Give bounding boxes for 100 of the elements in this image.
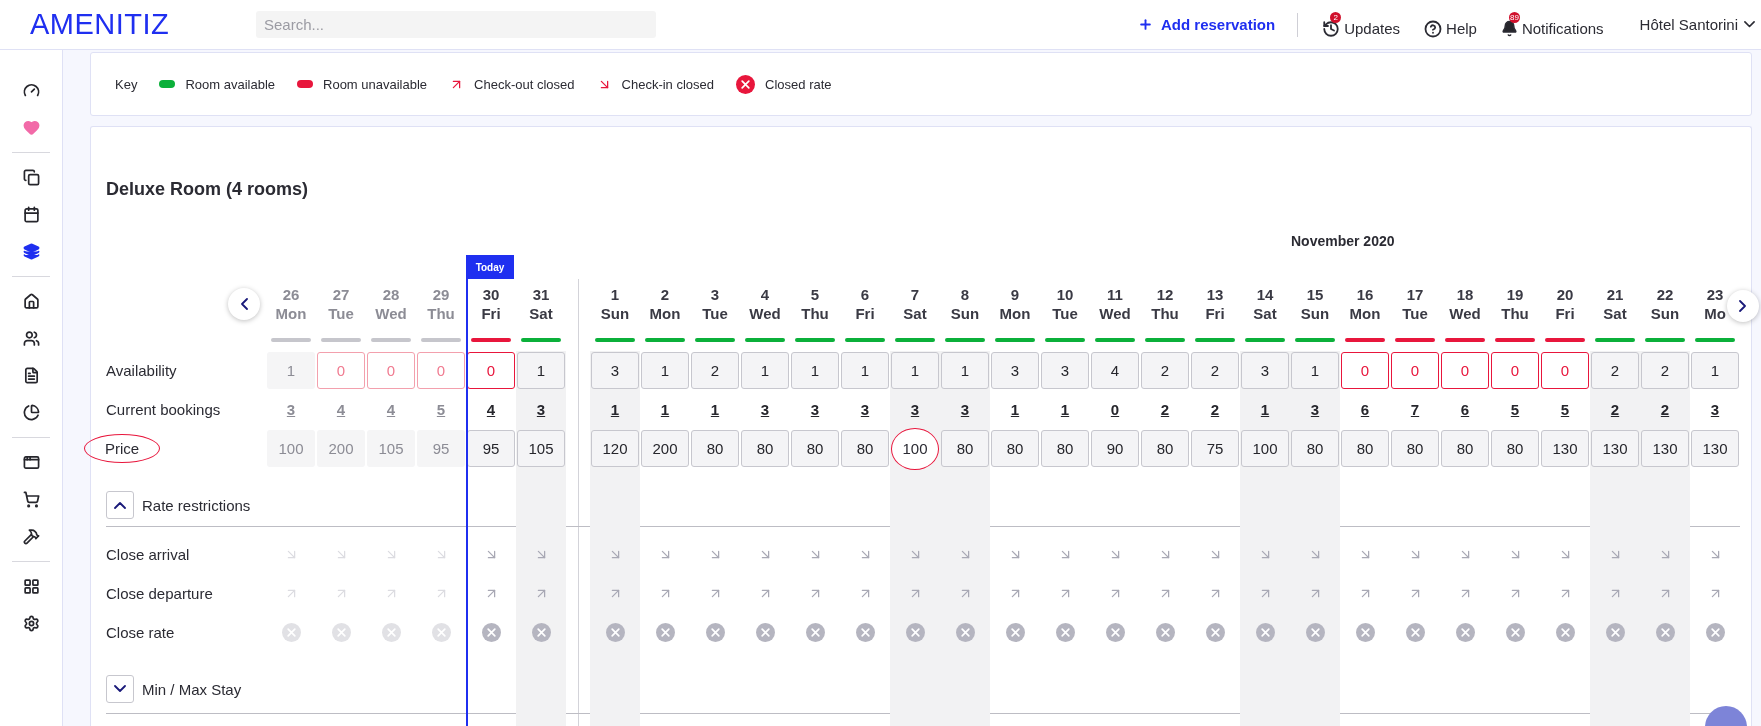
date-header: 4 Wed: [749, 285, 781, 323]
price-cell[interactable]: 80: [941, 430, 989, 467]
availability-cell[interactable]: 0: [467, 352, 515, 389]
apps-icon: [22, 578, 40, 595]
availability-cell[interactable]: 1: [741, 352, 789, 389]
bookings-link[interactable]: 3: [810, 401, 820, 418]
price-cell[interactable]: 80: [841, 430, 889, 467]
availability-cell[interactable]: 1: [1291, 352, 1339, 389]
availability-cell[interactable]: 0: [1391, 352, 1439, 389]
bookings-link[interactable]: 3: [760, 401, 770, 418]
availability-cell[interactable]: 3: [1041, 352, 1089, 389]
section-title: Min / Max Stay: [142, 680, 242, 698]
bookings-link[interactable]: 6: [1360, 401, 1370, 418]
bookings-link[interactable]: 3: [910, 401, 920, 418]
bookings-link[interactable]: 2: [1610, 401, 1620, 418]
price-cell[interactable]: 95: [467, 430, 515, 467]
availability-cell[interactable]: 1: [517, 352, 565, 389]
bookings-link[interactable]: 0: [1110, 401, 1120, 418]
bookings-link[interactable]: 3: [960, 401, 970, 418]
bookings-link[interactable]: 3: [1310, 401, 1320, 418]
previous-button[interactable]: [228, 288, 260, 320]
date-header: 23 Mo: [1704, 285, 1726, 323]
availability-cell[interactable]: 2: [1641, 352, 1689, 389]
price-cell[interactable]: 80: [1291, 430, 1339, 467]
availability-cell[interactable]: 1: [791, 352, 839, 389]
availability-cell[interactable]: 2: [691, 352, 739, 389]
availability-cell[interactable]: 1: [641, 352, 689, 389]
price-cell[interactable]: 80: [791, 430, 839, 467]
bookings-link[interactable]: 1: [1260, 401, 1270, 418]
price-cell[interactable]: 80: [1341, 430, 1389, 467]
price-cell[interactable]: 80: [741, 430, 789, 467]
bookings-link[interactable]: 5: [1510, 401, 1520, 418]
price-cell[interactable]: 130: [1541, 430, 1589, 467]
date-header: 2 Mon: [649, 285, 681, 323]
nav-link[interactable]: 2 Updates: [1322, 11, 1401, 38]
price-cell[interactable]: 80: [1491, 430, 1539, 467]
count-badge: 89: [1508, 12, 1520, 23]
availability-cell[interactable]: 2: [1591, 352, 1639, 389]
availability-cell[interactable]: 0: [1441, 352, 1489, 389]
availability-cell[interactable]: 0: [1541, 352, 1589, 389]
price-cell[interactable]: 80: [991, 430, 1039, 467]
availability-cell[interactable]: 1: [1691, 352, 1739, 389]
bookings-link[interactable]: 1: [660, 401, 670, 418]
availability-cell[interactable]: 2: [1191, 352, 1239, 389]
price-cell[interactable]: 105: [517, 430, 565, 467]
bookings-link[interactable]: 3: [860, 401, 870, 418]
availability-cell[interactable]: 3: [1241, 352, 1289, 389]
availability-cell[interactable]: 1: [891, 352, 939, 389]
hotel-menu[interactable]: Hôtel Santorini: [1639, 16, 1755, 33]
price-cell[interactable]: 90: [1091, 430, 1139, 467]
date-header: 15 Sun: [1300, 285, 1330, 323]
bookings-link[interactable]: 1: [1060, 401, 1070, 418]
price-cell[interactable]: 120: [591, 430, 639, 467]
bookings-link[interactable]: 1: [710, 401, 720, 418]
collapse-toggle[interactable]: [106, 675, 134, 703]
availability-cell[interactable]: 0: [1491, 352, 1539, 389]
price-cell[interactable]: 80: [1141, 430, 1189, 467]
bookings-link[interactable]: 2: [1210, 401, 1220, 418]
logo[interactable]: AMENITIZ: [30, 8, 256, 41]
availability-cell[interactable]: 2: [1141, 352, 1189, 389]
close-circle-icon: [1305, 623, 1325, 642]
nav-link[interactable]: 89 Notifications: [1500, 12, 1604, 37]
price-cell[interactable]: 100: [1241, 430, 1289, 467]
row-label: Current bookings: [106, 401, 221, 418]
nav-link[interactable]: Help: [1424, 11, 1477, 38]
bookings-link[interactable]: 2: [1160, 401, 1170, 418]
availability-cell[interactable]: 4: [1091, 352, 1139, 389]
price-cell[interactable]: 80: [1441, 430, 1489, 467]
price-cell[interactable]: 80: [1041, 430, 1089, 467]
availability-cell[interactable]: 1: [941, 352, 989, 389]
bookings-link[interactable]: 6: [1460, 401, 1470, 418]
bookings-link[interactable]: 2: [1660, 401, 1670, 418]
bookings-link[interactable]: 1: [1010, 401, 1020, 418]
availability-cell[interactable]: 3: [991, 352, 1039, 389]
price-cell[interactable]: 200: [641, 430, 689, 467]
bookings-link[interactable]: 1: [610, 401, 620, 418]
bookings-link[interactable]: 7: [1410, 401, 1420, 418]
bookings-link[interactable]: 3: [1710, 401, 1720, 418]
bookings-link[interactable]: 5: [1560, 401, 1570, 418]
price-cell[interactable]: 130: [1591, 430, 1639, 467]
date-header: 3 Tue: [702, 285, 728, 323]
availability-cell[interactable]: 0: [1341, 352, 1389, 389]
search-field[interactable]: Search...: [256, 11, 656, 38]
bookings-link[interactable]: 3: [536, 401, 546, 418]
price-cell[interactable]: 80: [1391, 430, 1439, 467]
date-header: 20 Fri: [1555, 285, 1575, 323]
availability-cell[interactable]: 3: [591, 352, 639, 389]
close-circle-icon: [955, 623, 975, 642]
collapse-toggle[interactable]: [106, 491, 134, 519]
date-header: 7 Sat: [903, 285, 927, 323]
close-circle-icon: [431, 623, 451, 642]
availability-cell[interactable]: 1: [841, 352, 889, 389]
add-reservation-link[interactable]: Add reservation: [1137, 12, 1299, 37]
price-cell[interactable]: 80: [691, 430, 739, 467]
price-cell[interactable]: 130: [1641, 430, 1689, 467]
price-cell[interactable]: 75: [1191, 430, 1239, 467]
next-button[interactable]: [1727, 290, 1759, 322]
close-circle-icon: [331, 623, 351, 642]
price-cell[interactable]: 130: [1691, 430, 1739, 467]
bookings-link[interactable]: 4: [486, 401, 496, 418]
